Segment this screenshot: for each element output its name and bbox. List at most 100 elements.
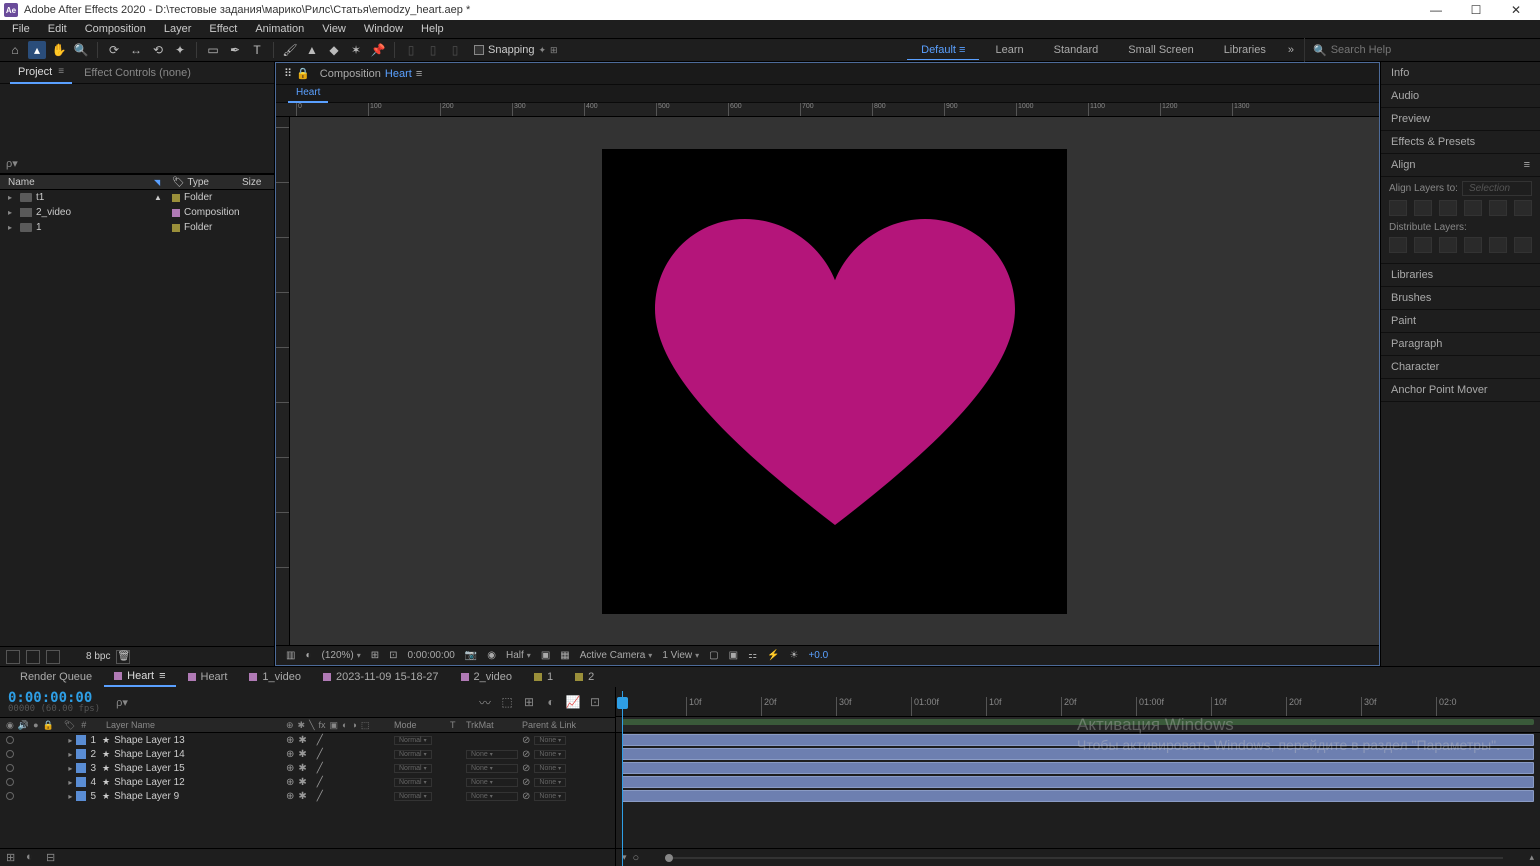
magnification-icon[interactable]: ▥ <box>284 650 297 661</box>
help-search[interactable]: 🔍 <box>1304 38 1534 62</box>
window-minimize-button[interactable]: — <box>1416 0 1456 20</box>
col-mode[interactable]: Mode <box>390 720 450 730</box>
col-tag[interactable]: ◥ <box>154 177 172 188</box>
view-icon-2[interactable]: ▣ <box>727 650 740 661</box>
pen-tool-icon[interactable]: ✒ <box>226 41 244 59</box>
project-item[interactable]: ▸t1 ▲ Folder <box>0 190 274 205</box>
panel-preview[interactable]: Preview <box>1381 108 1540 131</box>
transparency-grid-icon[interactable]: ▦ <box>558 650 571 661</box>
project-search[interactable]: ρ▾ <box>0 154 274 174</box>
panel-character[interactable]: Character <box>1381 356 1540 379</box>
rectangle-tool-icon[interactable]: ▭ <box>204 41 222 59</box>
frame-blend-icon[interactable]: ⊞ <box>521 694 537 710</box>
new-folder-icon[interactable] <box>46 650 60 664</box>
panel-libraries[interactable]: Libraries <box>1381 264 1540 287</box>
panel-brushes[interactable]: Brushes <box>1381 287 1540 310</box>
grid-icon[interactable]: ⊡ <box>387 650 399 661</box>
timeline-search-input[interactable] <box>128 697 228 709</box>
workspace-more-icon[interactable]: » <box>1282 41 1300 60</box>
menu-effect[interactable]: Effect <box>201 21 245 37</box>
time-ruler[interactable]: 10f20f30f01:00f10f20f01:00f10f20f30f02:0 <box>616 687 1540 717</box>
window-close-button[interactable]: ✕ <box>1496 0 1536 20</box>
shy-icon[interactable]: 〰 <box>477 694 493 710</box>
col-type-header[interactable]: 🏷 Type <box>172 177 242 188</box>
panel-grip-icon[interactable]: ⠿ <box>284 67 292 80</box>
menu-layer[interactable]: Layer <box>156 21 200 37</box>
fast-preview-icon[interactable]: ⚡ <box>765 650 781 661</box>
dist-5-button[interactable] <box>1489 237 1507 253</box>
layer-bar[interactable] <box>616 775 1540 789</box>
col-size[interactable]: Size <box>242 177 274 188</box>
timeline-tab[interactable]: 1_video <box>239 668 311 686</box>
menu-animation[interactable]: Animation <box>247 21 312 37</box>
project-tab[interactable]: Project≡ <box>10 62 72 84</box>
layer-bar[interactable] <box>616 747 1540 761</box>
timeline-tab[interactable]: 2_video <box>451 668 523 686</box>
dist-6-button[interactable] <box>1514 237 1532 253</box>
project-item[interactable]: ▸1 Folder <box>0 220 274 235</box>
adjust-icon[interactable] <box>66 650 80 664</box>
resolution-dropdown[interactable]: Half▾ <box>504 650 533 661</box>
col-layer-name[interactable]: Layer Name <box>100 720 280 730</box>
time-display[interactable]: 0:00:00:00 <box>406 650 457 661</box>
window-maximize-button[interactable]: ☐ <box>1456 0 1496 20</box>
dist-4-button[interactable] <box>1464 237 1482 253</box>
col-t[interactable]: T <box>450 720 462 730</box>
timeline-tab[interactable]: 2 <box>565 668 604 686</box>
puppet-tool-icon[interactable]: 📌 <box>369 41 387 59</box>
align-hcenter-button[interactable] <box>1414 200 1432 216</box>
view-icon-1[interactable]: ▢ <box>707 650 720 661</box>
panel-paint[interactable]: Paint <box>1381 310 1540 333</box>
dist-3-button[interactable] <box>1439 237 1457 253</box>
panel-info[interactable]: Info <box>1381 62 1540 85</box>
view-icon-3[interactable]: ⚏ <box>746 650 759 661</box>
selection-tool-icon[interactable]: ▴ <box>28 41 46 59</box>
bpc-label[interactable]: 8 bpc <box>86 651 110 662</box>
menu-view[interactable]: View <box>314 21 354 37</box>
panel-paragraph[interactable]: Paragraph <box>1381 333 1540 356</box>
snapping-checkbox[interactable] <box>474 45 484 55</box>
panel-menu-icon[interactable]: ≡ <box>416 68 422 80</box>
pan-tool-icon[interactable]: ↔ <box>127 41 145 59</box>
align-bottom-button[interactable] <box>1514 200 1532 216</box>
zoom-slider-thumb[interactable] <box>665 854 673 862</box>
timeline-zoom[interactable]: ▾ ○ ▴ <box>616 848 1540 866</box>
layer-row[interactable]: ▸1 ★Shape Layer 13 ⊕✱╱ Normal ▾ ⊘None ▾ <box>0 733 615 747</box>
hand-tool-icon[interactable]: ✋ <box>50 41 68 59</box>
text-tool-icon[interactable]: T <box>248 41 266 59</box>
menu-edit[interactable]: Edit <box>40 21 75 37</box>
current-timecode[interactable]: 0:00:00:00 <box>8 691 100 705</box>
workspace-learn[interactable]: Learn <box>981 41 1037 60</box>
clone-tool-icon[interactable]: ▲ <box>303 41 321 59</box>
new-comp-icon[interactable] <box>26 650 40 664</box>
align-right-button[interactable] <box>1439 200 1457 216</box>
effect-controls-tab[interactable]: Effect Controls (none) <box>76 63 199 83</box>
panel-effects-presets[interactable]: Effects & Presets <box>1381 131 1540 154</box>
composition-canvas[interactable] <box>602 149 1067 614</box>
work-area-bar[interactable] <box>616 717 1540 733</box>
zoom-dropdown[interactable]: (120%)▾ <box>320 650 363 661</box>
view-dropdown[interactable]: 1 View▾ <box>660 650 701 661</box>
canvas-background[interactable] <box>290 117 1379 645</box>
motion-blur-icon[interactable]: ◐ <box>543 694 559 710</box>
col-trkmat[interactable]: TrkMat <box>462 720 518 730</box>
rotate-tool-icon[interactable]: ⟲ <box>149 41 167 59</box>
panel-align-header[interactable]: Align≡ <box>1381 154 1540 177</box>
layer-bar[interactable] <box>616 733 1540 747</box>
trash-icon[interactable]: 🗑 <box>116 650 130 664</box>
heart-shape[interactable] <box>655 211 1015 551</box>
menu-window[interactable]: Window <box>356 21 411 37</box>
exposure-icon[interactable]: ☀ <box>788 650 801 661</box>
layer-row[interactable]: ▸4 ★Shape Layer 12 ⊕✱╱ Normal ▾ None ▾ ⊘… <box>0 775 615 789</box>
timeline-tab[interactable]: Heart≡ <box>104 667 175 687</box>
anchor-tool-icon[interactable]: ✦ <box>171 41 189 59</box>
draft3d-icon[interactable]: ⬚ <box>499 694 515 710</box>
align-target-dropdown[interactable]: Selection <box>1462 181 1532 196</box>
menu-composition[interactable]: Composition <box>77 21 154 37</box>
comp-name[interactable]: Heart <box>385 68 412 80</box>
tl-tool-6[interactable]: ⊡ <box>587 694 603 710</box>
dist-2-button[interactable] <box>1414 237 1432 253</box>
channel-icon[interactable]: ◐ <box>303 650 313 661</box>
panel-audio[interactable]: Audio <box>1381 85 1540 108</box>
align-vcenter-button[interactable] <box>1489 200 1507 216</box>
